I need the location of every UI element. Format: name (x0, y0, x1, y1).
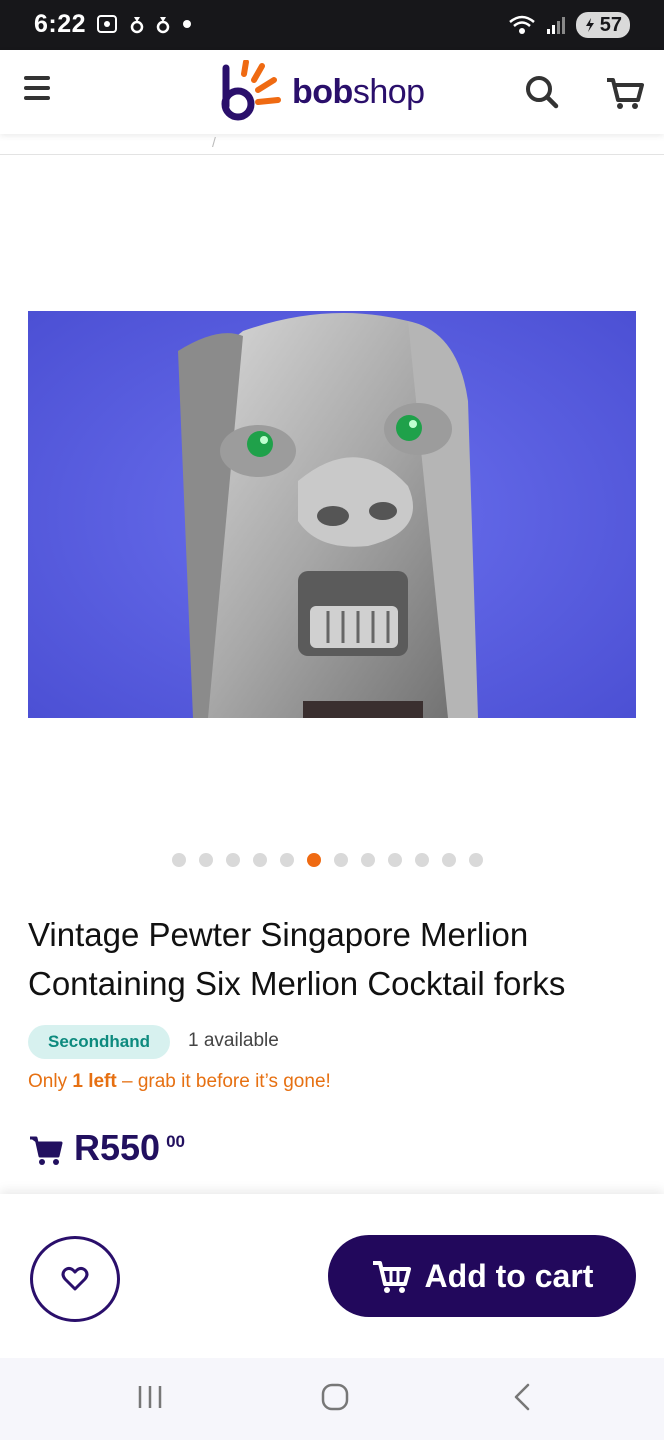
cart-icon (30, 1136, 63, 1165)
add-to-cart-button[interactable]: Add to cart (328, 1235, 636, 1317)
search-button[interactable] (522, 72, 562, 112)
home-icon (321, 1383, 349, 1411)
price-cents: 00 (166, 1132, 185, 1151)
product-title: Vintage Pewter Singapore Merlion Contain… (28, 916, 566, 1002)
screenshot-icon (97, 15, 117, 33)
battery-level: 57 (599, 14, 622, 36)
wifi-icon (508, 15, 535, 34)
status-left-icons (96, 14, 192, 34)
price-amount: R550 (74, 1127, 161, 1168)
signal-icon (546, 17, 565, 34)
back-icon (514, 1383, 530, 1411)
carousel-dot[interactable] (334, 853, 348, 867)
menu-icon (24, 76, 56, 100)
carousel-dot[interactable] (469, 853, 483, 867)
dot-icon (183, 20, 191, 28)
bobshop-logo[interactable]: bobshop (216, 58, 425, 126)
recents-button[interactable] (136, 1382, 164, 1417)
carousel-dot[interactable] (199, 853, 213, 867)
recents-icon (138, 1386, 162, 1408)
status-right-icons: 57 (508, 12, 630, 38)
breadcrumb: / (0, 134, 664, 155)
notification-icon (156, 17, 170, 34)
cart-button[interactable] (604, 72, 646, 112)
carousel-dot[interactable] (280, 853, 294, 867)
condition-badge: Secondhand (28, 1025, 171, 1059)
carousel-dot[interactable] (388, 853, 402, 867)
availability-text: 1 available (188, 1030, 279, 1051)
price: R550 00 (28, 1126, 185, 1170)
product-image[interactable] (28, 311, 636, 718)
top-navigation: bobshop (0, 50, 664, 134)
stock-urgency-message: Only 1 left – grab it before it’s gone! (28, 1071, 331, 1093)
battery-icon (585, 18, 594, 32)
search-icon (526, 76, 559, 109)
carousel-dot[interactable] (172, 853, 186, 867)
bottom-action-bar: Add to cart (0, 1194, 664, 1358)
status-bar: 6:22 57 (0, 0, 664, 50)
heart-icon (61, 1266, 89, 1291)
logo-text: bobshop (292, 73, 425, 112)
cart-icon (607, 78, 644, 109)
merlion-head-image (28, 311, 636, 718)
urgency-count: 1 left (72, 1071, 117, 1092)
carousel-dot[interactable] (253, 853, 267, 867)
logo-mark-icon (221, 60, 281, 121)
carousel-dot[interactable] (361, 853, 375, 867)
carousel-dot[interactable] (226, 853, 240, 867)
carousel-dot[interactable] (415, 853, 429, 867)
wishlist-button[interactable] (30, 1236, 120, 1322)
battery-indicator: 57 (575, 12, 630, 38)
back-button[interactable] (508, 1382, 534, 1417)
cart-icon (372, 1261, 411, 1293)
image-carousel-dots (172, 853, 483, 867)
breadcrumb-separator-icon: / (212, 134, 216, 150)
carousel-dot[interactable] (442, 853, 456, 867)
carousel-dot[interactable] (307, 853, 321, 867)
menu-button[interactable] (24, 76, 56, 108)
notification-icon (130, 17, 144, 34)
logo-text-light: shop (352, 72, 425, 111)
status-time: 6:22 (34, 10, 87, 38)
urgency-suffix: – grab it before it’s gone! (116, 1071, 331, 1092)
home-button[interactable] (320, 1382, 350, 1417)
logo-text-bold: bob (292, 72, 353, 111)
system-navigation-bar (0, 1358, 664, 1440)
add-to-cart-label: Add to cart (424, 1257, 594, 1294)
urgency-prefix: Only (28, 1071, 73, 1092)
